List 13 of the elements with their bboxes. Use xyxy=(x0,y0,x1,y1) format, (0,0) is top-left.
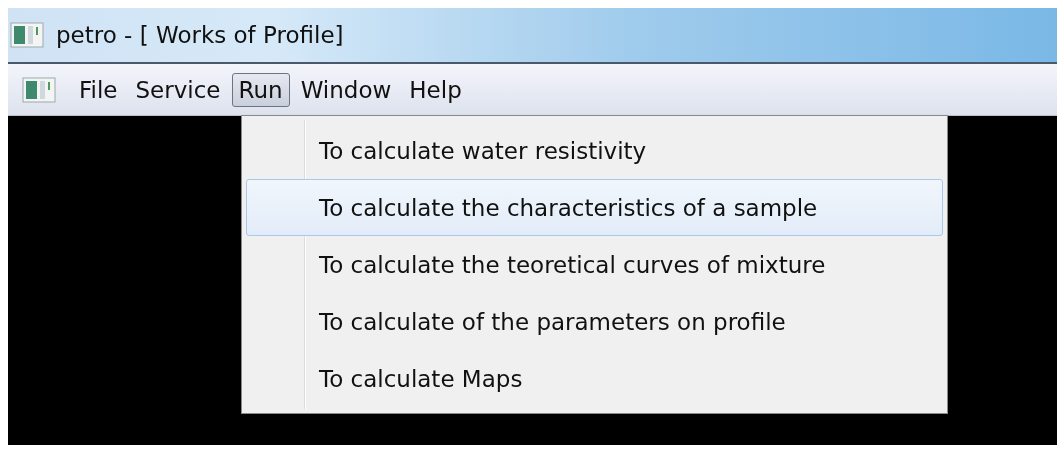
menu-option[interactable]: To calculate Maps xyxy=(246,350,943,407)
menu-item[interactable]: File xyxy=(72,72,125,107)
menu-item[interactable]: Window xyxy=(293,72,399,107)
app-icon xyxy=(22,76,56,103)
menu-item[interactable]: Help xyxy=(402,72,469,107)
menu-item[interactable]: Run xyxy=(231,72,290,107)
menu-option[interactable]: To calculate of the parameters on profile xyxy=(246,293,943,350)
menu-option[interactable]: To calculate the teoretical curves of mixture xyxy=(246,236,943,293)
menu-item[interactable]: Service xyxy=(128,72,228,107)
menu-option[interactable]: To calculate water resistivity xyxy=(246,122,943,179)
app-icon xyxy=(10,22,44,48)
menu-option[interactable]: To calculate the characteristics of a sample xyxy=(246,179,943,236)
window-title: petro - [ Works of Profile] xyxy=(56,22,344,48)
